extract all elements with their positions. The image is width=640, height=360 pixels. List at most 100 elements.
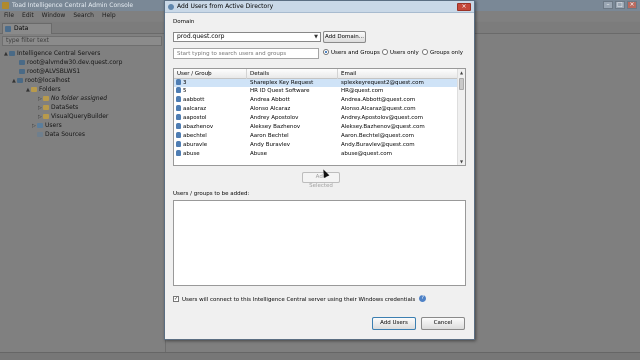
folder-icon (43, 114, 49, 119)
menu-window[interactable]: Window (42, 11, 66, 21)
dialog-title-bar[interactable]: Add Users from Active Directory × (165, 1, 474, 13)
cell-user: aalcaraz (183, 106, 207, 112)
radio-groups-only[interactable]: Groups only (422, 48, 463, 58)
column-header-details[interactable]: Details (247, 69, 338, 79)
radio-label: Groups only (430, 50, 463, 56)
tab-data-explorer[interactable]: Data Explorer (2, 23, 52, 42)
minimize-icon[interactable]: – (603, 1, 613, 9)
domain-label: Domain (173, 19, 195, 25)
cell-email: splexkeyrequest2@quest.com (341, 80, 424, 86)
server-icon (19, 60, 25, 65)
windows-credentials-checkbox[interactable]: ✓ Users will connect to this Intelligence… (173, 295, 427, 305)
tree-item-label: Users (45, 122, 62, 129)
data-explorer-panel: type filter text ▲ Intelligence Central S… (0, 34, 166, 352)
domain-dropdown[interactable]: prod.quest.corp ▼ (173, 32, 321, 42)
add-users-button[interactable]: Add Users (372, 317, 416, 330)
tree-item-folders[interactable]: ▲ Folders (26, 85, 61, 94)
users-table: ▲ User / Group Details Email 3 Shareplex… (173, 68, 466, 166)
cell-email: Aaron.Bechtel@quest.com (341, 133, 414, 139)
menu-edit[interactable]: Edit (22, 11, 34, 21)
search-users-input[interactable] (173, 48, 319, 59)
cell-user: aabbott (183, 97, 205, 103)
add-domain-button[interactable]: Add Domain... (323, 31, 366, 43)
radio-unselected-icon[interactable] (422, 48, 428, 55)
table-row[interactable]: 5 HR ID Quest Software HR@quest.com (174, 87, 458, 95)
menu-help[interactable]: Help (102, 11, 116, 21)
folder-icon (43, 105, 49, 110)
cell-details: Shareplex Key Request (250, 80, 314, 86)
cell-details: Alonso Alcaraz (250, 106, 291, 112)
table-row[interactable]: abazhenov Aleksey Bazhenov Aleksey.Bazhe… (174, 123, 458, 131)
tree-item-server-localhost[interactable]: ▲ root@localhost (12, 76, 70, 85)
server-group-icon (9, 51, 15, 56)
tree-item-no-folder-assigned[interactable]: ▷ No folder assigned (38, 94, 107, 103)
tree-item-intelligence-central-servers[interactable]: ▲ Intelligence Central Servers (4, 49, 100, 58)
radio-label: Users only (390, 50, 419, 56)
table-scrollbar[interactable]: ▲ ▼ (457, 69, 465, 165)
status-bar (0, 352, 640, 360)
table-row[interactable]: aapostol Andrey Apostolov Andrey.Apostol… (174, 114, 458, 122)
window-controls: – □ × (603, 1, 637, 9)
filter-input[interactable]: type filter text (2, 36, 162, 46)
user-icon (176, 105, 181, 111)
tree-item-visualquerybuilder[interactable]: ▷ VisualQueryBuilder (38, 112, 108, 121)
table-header: ▲ User / Group Details Email (174, 69, 458, 79)
table-row[interactable]: aabbott Andrea Abbott Andrea.Abbott@ques… (174, 96, 458, 104)
user-icon (176, 123, 181, 129)
table-row[interactable]: aburavle Andy Buravlev Andy.Buravlev@que… (174, 141, 458, 149)
table-row[interactable]: abuse Abuse abuse@quest.com (174, 150, 458, 158)
column-header-user-group[interactable]: ▲ User / Group (174, 69, 247, 79)
radio-selected-icon[interactable] (323, 48, 329, 55)
scroll-down-icon[interactable]: ▼ (458, 158, 465, 165)
cell-email: Andy.Buravlev@quest.com (341, 142, 415, 148)
checkbox-label: Users will connect to this Intelligence … (182, 297, 416, 303)
user-icon (176, 79, 181, 85)
tree-item-data-sources[interactable]: Data Sources (37, 130, 85, 139)
tree-item-server-alvsblws1[interactable]: root@ALVSBLWS1 (19, 67, 80, 76)
column-header-email[interactable]: Email (338, 69, 458, 79)
menu-search[interactable]: Search (73, 11, 94, 21)
checkbox-checked-icon[interactable]: ✓ (173, 295, 179, 302)
menu-file[interactable]: File (4, 11, 14, 21)
user-icon (176, 87, 181, 93)
radio-users-only[interactable]: Users only (382, 48, 419, 58)
scroll-thumb[interactable] (459, 78, 464, 90)
user-icon (176, 114, 181, 120)
dialog-icon (168, 4, 174, 10)
tree-item-datasets[interactable]: ▷ DataSets (38, 103, 78, 112)
radio-users-and-groups[interactable]: Users and Groups (323, 48, 380, 58)
tree-item-server-alvmdw30[interactable]: root@alvmdw30.dev.quest.corp (19, 58, 122, 67)
radio-unselected-icon[interactable] (382, 48, 388, 55)
tree-item-label: VisualQueryBuilder (51, 113, 109, 120)
tree-item-users[interactable]: ▷ Users (32, 121, 62, 130)
tree-item-label: DataSets (51, 104, 79, 111)
cell-email: Alonso.Alcaraz@quest.com (341, 106, 416, 112)
cell-details: Andrey Apostolov (250, 115, 299, 121)
cell-details: Abuse (250, 151, 267, 157)
table-row[interactable]: abechtel Aaron Bechtel Aaron.Bechtel@que… (174, 132, 458, 140)
table-row[interactable]: 3 Shareplex Key Request splexkeyrequest2… (174, 79, 458, 87)
users-icon (37, 123, 43, 128)
user-icon (176, 150, 181, 156)
cell-user: aburavle (183, 142, 208, 148)
dialog-title: Add Users from Active Directory (177, 3, 274, 10)
cancel-button[interactable]: Cancel (421, 317, 465, 330)
tree-item-label: No folder assigned (51, 95, 108, 102)
folder-icon (31, 87, 37, 92)
radio-label: Users and Groups (331, 50, 380, 56)
chevron-down-icon[interactable]: ▼ (312, 33, 320, 41)
cell-email: HR@quest.com (341, 88, 384, 94)
data-explorer-icon (5, 26, 11, 32)
help-icon[interactable]: ? (419, 295, 427, 302)
dialog-close-icon[interactable]: × (457, 3, 471, 11)
users-to-be-added-list[interactable] (173, 200, 466, 286)
cell-email: abuse@quest.com (341, 151, 392, 157)
table-row[interactable]: aalcaraz Alonso Alcaraz Alonso.Alcaraz@q… (174, 105, 458, 113)
domain-value: prod.quest.corp (177, 33, 225, 40)
cell-details: Aleksey Bazhenov (250, 124, 301, 130)
close-icon[interactable]: × (627, 1, 637, 9)
scroll-up-icon[interactable]: ▲ (458, 69, 465, 76)
cell-user: abazhenov (183, 124, 214, 130)
maximize-icon[interactable]: □ (615, 1, 625, 9)
cell-user: 5 (183, 88, 187, 94)
